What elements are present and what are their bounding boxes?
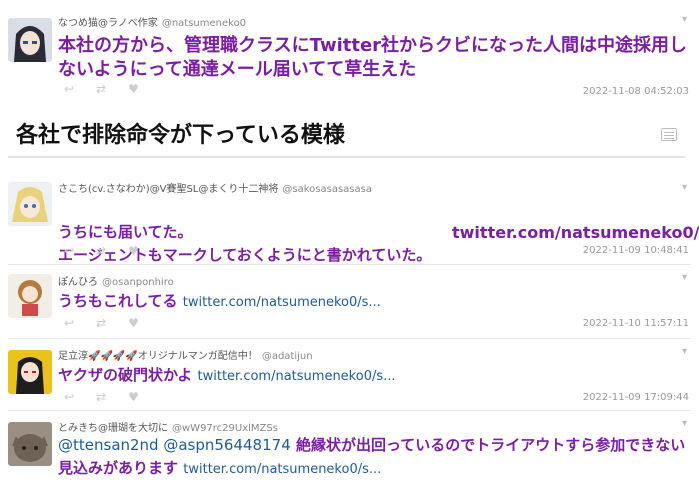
tweet-actions: ↩ ⇄ ♥ — [64, 316, 139, 330]
tweet-link[interactable]: twitter.com/natsumeneko0/s... — [452, 221, 699, 244]
author-name[interactable]: 足立淳🚀🚀🚀🚀オリジナルマンガ配信中！ — [58, 351, 258, 362]
retweet-icon[interactable]: ⇄ — [96, 82, 106, 96]
retweet-icon[interactable]: ⇄ — [96, 244, 106, 258]
retweet-icon[interactable]: ⇄ — [96, 390, 106, 404]
tweet-timestamp: 2022-11-10 11:57:11 — [582, 318, 689, 329]
tweet-author: 足立淳🚀🚀🚀🚀オリジナルマンガ配信中！ @adatijun — [58, 347, 313, 362]
reply-icon[interactable]: ↩ — [64, 244, 74, 258]
avatar[interactable] — [8, 422, 52, 466]
section-divider — [8, 156, 685, 158]
like-icon[interactable]: ♥ — [128, 82, 139, 96]
tweet-link[interactable]: twitter.com/natsumeneko0/s... — [183, 295, 381, 310]
divider — [8, 264, 691, 265]
avatar[interactable] — [8, 274, 52, 318]
tweet-author: さこち(cv.さなわか)@V賽聖SL@まくり十二神将 @sakosasasasas… — [58, 180, 372, 195]
avatar[interactable] — [8, 18, 52, 62]
chevron-down-icon[interactable]: ▾ — [682, 14, 687, 25]
tweet-mentions[interactable]: @ttensan2nd @aspn56448174 — [58, 436, 291, 454]
tweet-text-content: ヤクザの破門状かよ — [58, 366, 193, 384]
reply-icon[interactable]: ↩ — [64, 82, 74, 96]
reply-icon[interactable]: ↩ — [64, 390, 74, 404]
tweet-text: @ttensan2nd @aspn56448174 絶縁状が出回っているのでトラ… — [58, 434, 689, 481]
like-icon[interactable]: ♥ — [128, 390, 139, 404]
author-handle[interactable]: @wW97rc29UxlMZSs — [172, 423, 278, 434]
tweet-actions: ↩ ⇄ ♥ — [64, 244, 139, 258]
chevron-down-icon[interactable]: ▾ — [682, 182, 687, 193]
author-handle[interactable]: @adatijun — [262, 351, 313, 362]
author-name[interactable]: さこち(cv.さなわか)@V賽聖SL@まくり十二神将 — [58, 184, 278, 195]
tweet-author: とみきち@珊瑚を大切に @wW97rc29UxlMZSs — [58, 419, 278, 434]
author-name[interactable]: とみきち@珊瑚を大切に — [58, 423, 168, 434]
author-name[interactable]: なつめ猫@ラノベ作家 — [58, 18, 158, 29]
tweet-actions: ↩ ⇄ ♥ — [64, 390, 139, 404]
reply-icon[interactable]: ↩ — [64, 316, 74, 330]
chevron-down-icon[interactable]: ▾ — [682, 418, 687, 429]
tweet-timestamp: 2022-11-08 04:52:03 — [582, 86, 689, 97]
like-icon[interactable]: ♥ — [128, 316, 139, 330]
list-icon[interactable] — [661, 128, 677, 141]
tweet-link[interactable]: twitter.com/natsumeneko0/s... — [198, 369, 396, 384]
tweet-text-content: うちもこれしてる — [58, 292, 178, 310]
tweet-author: なつめ猫@ラノベ作家 @natsumeneko0 — [58, 14, 246, 29]
divider — [8, 410, 691, 411]
divider — [8, 338, 691, 339]
author-handle[interactable]: @sakosasasasasa — [282, 184, 372, 195]
author-handle[interactable]: @natsumeneko0 — [162, 18, 246, 29]
section-title: 各社で排除命令が下っている模様 — [16, 123, 345, 148]
tweet-timestamp: 2022-11-09 17:09:44 — [582, 392, 689, 403]
chevron-down-icon[interactable]: ▾ — [682, 272, 687, 283]
tweet-link[interactable]: twitter.com/natsumeneko0/s... — [183, 462, 381, 477]
avatar[interactable] — [8, 350, 52, 394]
author-name[interactable]: ぽんひろ — [58, 277, 98, 288]
tweet-text: 本社の方から、管理職クラスにTwitter社からクビになった人間は中途採用しない… — [58, 35, 688, 80]
author-handle[interactable]: @osanponhiro — [102, 277, 174, 288]
avatar[interactable] — [8, 182, 52, 226]
retweet-icon[interactable]: ⇄ — [96, 316, 106, 330]
chevron-down-icon[interactable]: ▾ — [682, 346, 687, 357]
tweet-text: うちもこれしてる twitter.com/natsumeneko0/s... — [58, 290, 689, 314]
tweet-text: ヤクザの破門状かよ twitter.com/natsumeneko0/s... — [58, 364, 689, 388]
tweet-actions: ↩ ⇄ ♥ — [64, 82, 139, 96]
like-icon[interactable]: ♥ — [128, 244, 139, 258]
tweet-author: ぽんひろ @osanponhiro — [58, 273, 174, 288]
tweet-timestamp: 2022-11-09 10:48:41 — [582, 245, 689, 256]
